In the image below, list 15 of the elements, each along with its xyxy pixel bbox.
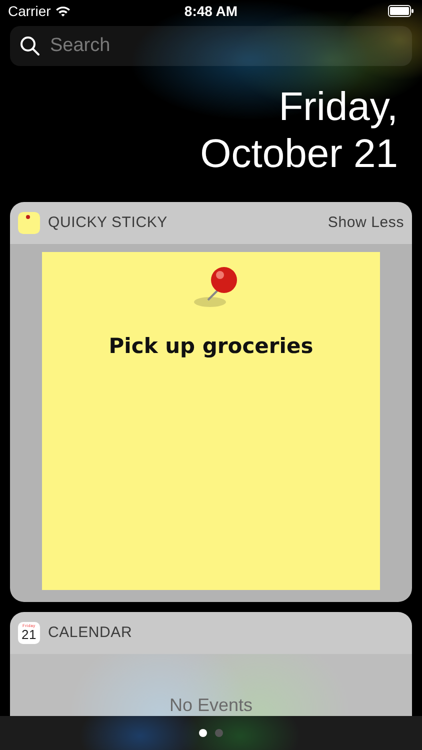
page-dot[interactable]	[199, 729, 207, 737]
date-day: October 21	[0, 131, 422, 178]
battery-icon	[388, 5, 414, 17]
widget-title: QUICKY STICKY	[48, 212, 168, 233]
carrier-name: Carrier	[8, 2, 51, 20]
note-icon	[18, 212, 40, 234]
empty-message: No Events	[169, 695, 253, 715]
widget-title: CALENDAR	[48, 622, 134, 643]
page-dot[interactable]	[215, 729, 223, 737]
wifi-icon	[54, 5, 71, 17]
show-less-button[interactable]: Show Less	[328, 212, 404, 234]
search-icon	[20, 36, 40, 56]
status-time: 8:48 AM	[183, 2, 239, 20]
note-text: Pick up groceries	[108, 333, 314, 360]
date-weekday: Friday,	[278, 84, 399, 131]
